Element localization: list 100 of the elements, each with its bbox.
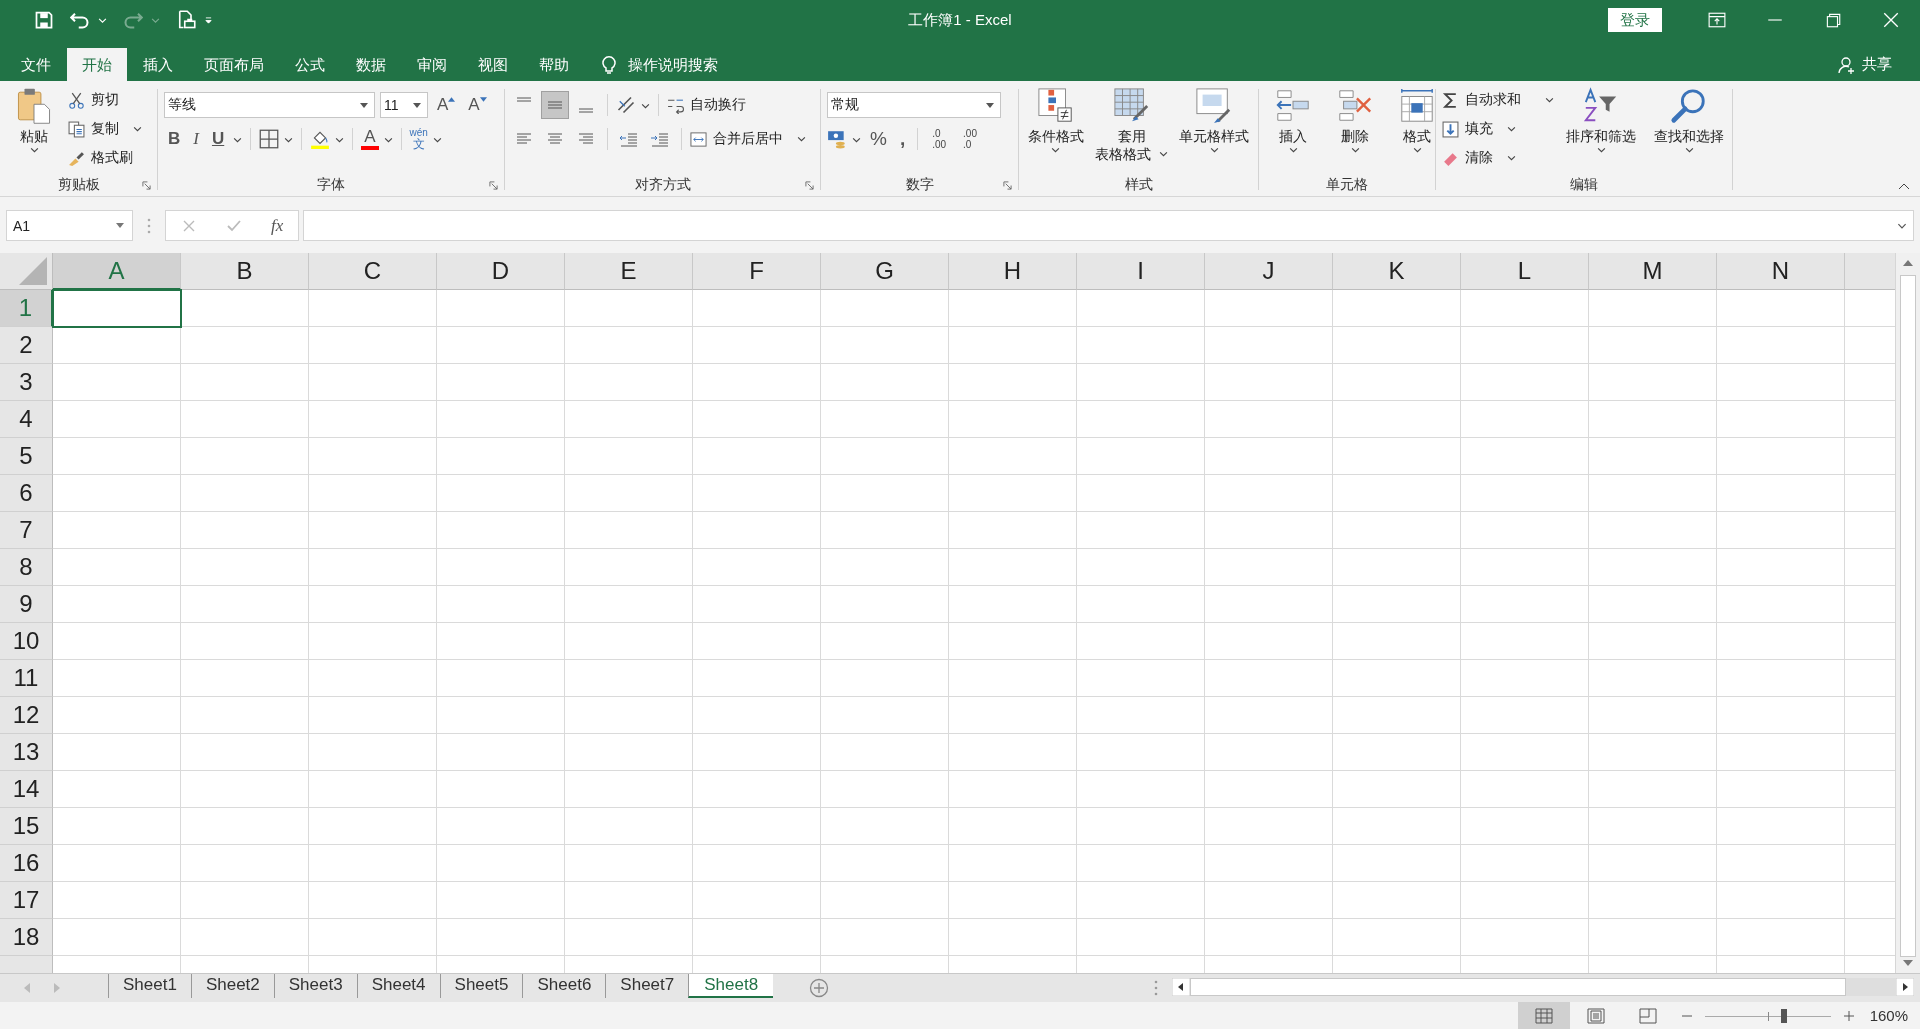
percent-button[interactable]: % — [866, 128, 891, 150]
dropdown-icon[interactable] — [413, 102, 421, 108]
borders-icon[interactable] — [259, 129, 280, 149]
zoom-in-icon[interactable] — [1843, 1010, 1854, 1021]
decrease-decimal-button[interactable]: .00 .0 — [957, 128, 983, 150]
autosum-button[interactable]: 自动求和 — [1442, 87, 1554, 113]
share-label[interactable]: 共享 — [1862, 55, 1892, 74]
row-header[interactable]: 8 — [0, 549, 53, 586]
italic-button[interactable]: I — [189, 129, 203, 149]
fill-button[interactable]: 填充 — [1442, 116, 1554, 142]
find-select-button[interactable]: 查找和选择 — [1648, 85, 1730, 155]
wrap-text-button[interactable]: 自动换行 — [667, 92, 746, 118]
caret-icon[interactable] — [1159, 151, 1169, 157]
caret-icon[interactable] — [797, 136, 806, 142]
font-name-field[interactable]: 等线 — [164, 92, 375, 118]
row-header[interactable]: 3 — [0, 364, 53, 401]
name-box[interactable]: A1 — [6, 210, 133, 241]
normal-view-button[interactable] — [1517, 1002, 1570, 1029]
close-icon[interactable] — [1882, 12, 1900, 28]
ribbon-tab[interactable]: 公式 — [280, 48, 340, 81]
ribbon-tab[interactable]: 开始 — [67, 48, 127, 81]
number-format-field[interactable]: 常规 — [827, 92, 1001, 118]
lightbulb-icon[interactable] — [602, 54, 616, 74]
save-icon[interactable] — [34, 10, 54, 30]
row-header[interactable]: 2 — [0, 327, 53, 364]
insert-function-button[interactable]: fx — [271, 215, 284, 236]
add-sheet-icon[interactable] — [809, 978, 830, 998]
increase-font-size-button[interactable]: A — [433, 95, 460, 115]
sign-in-button[interactable]: 登录 — [1608, 8, 1662, 32]
caret-icon[interactable] — [1288, 147, 1298, 153]
slider-thumb[interactable] — [1780, 1008, 1787, 1023]
column-header[interactable]: H — [949, 253, 1077, 290]
caret-icon[interactable] — [29, 147, 39, 153]
worksheet-grid[interactable]: A B C D E F G H I J K L M N 1 2 3 4 5 6 7 8 9 10 11 12 13 14 15 16 17 18 — [0, 253, 1895, 973]
format-painter-button[interactable]: 格式刷 — [68, 145, 142, 171]
paste-button[interactable]: 粘贴 — [6, 85, 62, 155]
cut-button[interactable]: 剪切 — [68, 87, 142, 113]
sheet-tab[interactable]: Sheet6 — [522, 974, 606, 998]
dropdown-icon[interactable] — [986, 102, 994, 108]
underline-button[interactable]: U — [207, 129, 229, 149]
scroll-right-icon[interactable] — [1896, 978, 1914, 996]
sheet-tab[interactable]: Sheet5 — [439, 974, 523, 998]
scrollbar-thumb[interactable] — [1900, 275, 1916, 957]
caret-icon[interactable] — [1507, 155, 1516, 161]
font-size-field[interactable]: 11 — [380, 92, 428, 118]
caret-icon[interactable] — [1507, 126, 1516, 132]
sheet-tab[interactable]: Sheet1 — [108, 974, 191, 998]
caret-icon[interactable] — [1350, 147, 1360, 153]
caret-icon[interactable] — [284, 137, 294, 143]
sheet-tab[interactable]: Sheet2 — [190, 974, 274, 998]
row-header[interactable]: 12 — [0, 697, 53, 734]
column-header[interactable]: B — [181, 253, 309, 290]
currency-icon[interactable] — [827, 129, 847, 149]
dialog-launcher-icon[interactable] — [1003, 181, 1012, 190]
column-header[interactable]: K — [1333, 253, 1461, 290]
scroll-up-icon[interactable] — [1903, 260, 1913, 266]
dropdown-icon[interactable] — [116, 223, 124, 228]
format-cells-button[interactable]: 格式 — [1389, 85, 1445, 155]
ribbon-tab[interactable]: 数据 — [341, 48, 401, 81]
sheet-tab[interactable]: Sheet3 — [273, 974, 357, 998]
ribbon-display-icon[interactable] — [1708, 12, 1726, 28]
bold-button[interactable]: B — [164, 129, 185, 149]
fill-color-icon[interactable] — [310, 129, 331, 149]
row-header[interactable]: 11 — [0, 660, 53, 697]
zoom-level[interactable]: 160% — [1869, 1007, 1908, 1024]
dropdown-icon[interactable] — [360, 102, 368, 108]
collapse-ribbon-icon[interactable] — [1898, 183, 1910, 190]
format-as-table-button[interactable]: 套用 表格格式 — [1092, 85, 1171, 165]
caret-icon[interactable] — [1596, 147, 1606, 153]
row-header[interactable]: 1 — [0, 290, 53, 327]
scroll-left-icon[interactable] — [1172, 978, 1190, 996]
column-header[interactable]: A — [53, 253, 181, 290]
grip-icon[interactable] — [147, 218, 151, 234]
column-header[interactable]: M — [1589, 253, 1717, 290]
customize-icon[interactable] — [204, 16, 213, 24]
caret-icon[interactable] — [1684, 147, 1694, 153]
row-header[interactable]: 18 — [0, 919, 53, 956]
clear-button[interactable]: 清除 — [1442, 145, 1554, 171]
ribbon-tab[interactable]: 审阅 — [402, 48, 462, 81]
restore-icon[interactable] — [1824, 12, 1842, 28]
share-button[interactable]: 共享 — [1838, 48, 1892, 81]
row-header[interactable]: 13 — [0, 734, 53, 771]
column-header[interactable]: F — [693, 253, 821, 290]
row-header[interactable]: 10 — [0, 623, 53, 660]
row-header[interactable]: 15 — [0, 808, 53, 845]
comma-button[interactable]: , — [895, 128, 910, 150]
ribbon-tab[interactable]: 文件 — [1, 48, 66, 81]
insert-cells-button[interactable]: 插入 — [1265, 85, 1321, 155]
ribbon-tab[interactable]: 视图 — [463, 48, 523, 81]
row-header[interactable]: 16 — [0, 845, 53, 882]
caret-icon[interactable] — [1545, 97, 1554, 103]
row-header[interactable]: 7 — [0, 512, 53, 549]
caret-icon[interactable] — [335, 137, 345, 143]
caret-icon[interactable] — [641, 103, 650, 109]
sheet-tab[interactable]: Sheet4 — [356, 974, 440, 998]
column-header[interactable]: I — [1077, 253, 1205, 290]
row-header[interactable]: 5 — [0, 438, 53, 475]
row-header[interactable]: 4 — [0, 401, 53, 438]
print-preview-icon[interactable] — [176, 10, 196, 30]
column-header[interactable]: E — [565, 253, 693, 290]
